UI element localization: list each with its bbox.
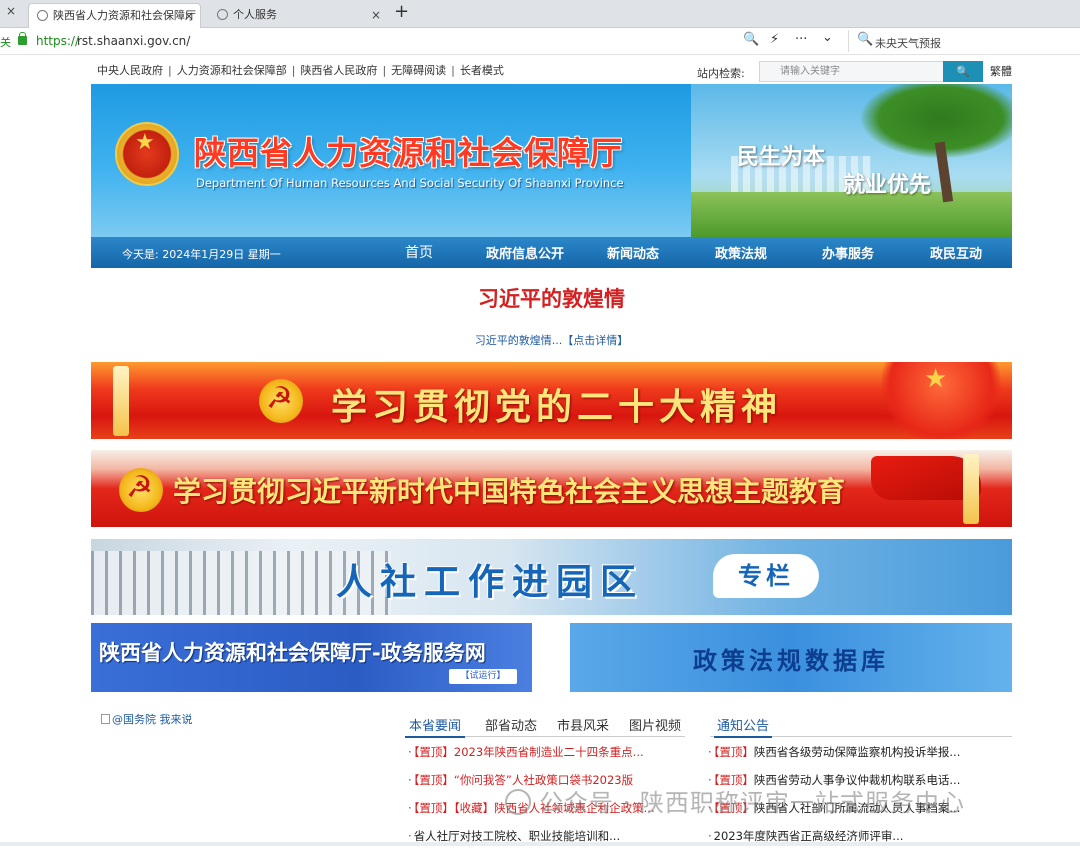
current-date: 今天是: 2024年1月29日 星期一 — [122, 248, 281, 261]
chevron-down-icon[interactable]: ⌄ — [822, 30, 833, 45]
banner-study-thought[interactable]: 学习贯彻习近平新时代中国特色社会主义思想主题教育 — [91, 450, 1012, 527]
globe-icon — [37, 10, 48, 21]
link-elder-mode[interactable]: 长者模式 — [460, 64, 504, 77]
url-field[interactable]: rst.shaanxi.gov.cn/ — [77, 34, 190, 48]
banner-service-net[interactable]: 陕西省人力资源和社会保障厅-政务服务网 【试运行】 — [91, 623, 532, 692]
tab-title: 个人服务 — [233, 8, 277, 21]
park-title: 人社工作进园区 — [336, 561, 645, 603]
trial-badge: 【试运行】 — [449, 669, 517, 684]
link-shaanxi-gov[interactable]: 陕西省人民政府 — [300, 64, 377, 77]
banner-study-spirit[interactable]: 学习贯彻党的二十大精神 — [91, 362, 1012, 439]
tab-city-news[interactable]: 市县风采 — [557, 715, 609, 734]
list-item[interactable]: · 【置顶】2023年陕西省制造业二十四条重点... — [408, 744, 655, 772]
nav-news[interactable]: 新闻动态 — [607, 243, 659, 262]
banner-study-spirit-text: 学习贯彻党的二十大精神 — [331, 386, 783, 428]
tab-ministry-news[interactable]: 部省动态 — [485, 715, 537, 734]
site-title: 陕西省人力资源和社会保障厅 — [194, 134, 624, 172]
watermark-text: 公众号 · 陕西职称评审一站式服务中心 — [539, 789, 965, 817]
bolt-icon[interactable]: ⚡ — [770, 32, 779, 47]
link-mohrss[interactable]: 人力资源和社会保障部 — [177, 64, 287, 77]
banner-study-thought-text: 学习贯彻习近平新时代中国特色社会主义思想主题教育 — [173, 475, 846, 508]
close-tab-icon[interactable]: × — [371, 3, 381, 27]
service-net-text: 陕西省人力资源和社会保障厅-政务服务网 — [99, 641, 486, 665]
tab-province-news[interactable]: 本省要闻 — [405, 715, 466, 738]
search-icon: 🔍 — [857, 32, 874, 47]
zoom-icon[interactable]: 🔍 — [743, 32, 759, 47]
star-sun-icon — [881, 362, 1001, 439]
separator: | — [168, 64, 172, 77]
nav-services[interactable]: 办事服务 — [822, 243, 874, 262]
news-tabs: 本省要闻 部省动态 市县风采 图片视频 — [405, 715, 685, 738]
browser-tab-bar: × 陕西省人力资源和社会保障厅 × 个人服务 × + — [0, 0, 1080, 28]
tab-media[interactable]: 图片视频 — [629, 715, 681, 734]
address-left-label: 关 — [0, 36, 11, 49]
site-search-input[interactable]: 请输入关键字 — [759, 61, 944, 82]
site-search-button[interactable]: 🔍 — [943, 61, 983, 82]
bottom-strip — [0, 842, 1080, 846]
browser-search-text: 未央天气预报 — [875, 37, 941, 50]
header-banner: 陕西省人力资源和社会保障厅 Department Of Human Resour… — [91, 84, 1012, 237]
close-icon[interactable]: × — [6, 4, 16, 18]
banner-policy-db[interactable]: 政策法规数据库 — [570, 623, 1012, 692]
new-tab-button[interactable]: + — [394, 1, 409, 22]
separator: | — [382, 64, 387, 77]
nav-gov-info[interactable]: 政府信息公开 — [486, 243, 564, 262]
policy-db-text: 政策法规数据库 — [693, 647, 889, 675]
separator: | — [451, 64, 455, 77]
watermark: 公众号 · 陕西职称评审一站式服务中心 — [505, 783, 965, 818]
url-scheme[interactable]: https:// — [36, 34, 79, 48]
nav-interaction[interactable]: 政民互动 — [930, 243, 982, 262]
tab-notices[interactable]: 通知公告 — [714, 715, 773, 738]
headline-title[interactable]: 习近平的敦煌情 — [91, 283, 1012, 313]
address-bar: 关 https:// rst.shaanxi.gov.cn/ 🔍 ⚡ ··· ⌄… — [0, 28, 1080, 55]
tab-title: 陕西省人力资源和社会保障厅 — [53, 9, 196, 22]
banner-park-column[interactable]: 人社工作进园区 专栏 — [91, 539, 1012, 615]
browser-search-box[interactable]: 🔍 未央天气预报 — [848, 30, 1080, 52]
park-column-tag: 专栏 — [713, 554, 819, 598]
nav-home[interactable]: 首页 — [405, 242, 433, 262]
notice-tabs: 通知公告 — [710, 715, 1012, 738]
gwy-alt-text: @国务院 我来说 — [112, 713, 193, 726]
headline-detail-link[interactable]: 习近平的敦煌情...【点击详情】 — [91, 332, 1012, 348]
party-emblem-icon — [119, 468, 163, 512]
close-tab-icon[interactable]: × — [184, 4, 194, 28]
lock-icon — [18, 32, 27, 45]
tab-active[interactable]: 陕西省人力资源和社会保障厅 × — [28, 3, 201, 28]
wechat-icon — [505, 789, 531, 815]
link-accessible[interactable]: 无障碍阅读 — [391, 64, 446, 77]
gwy-image-link[interactable]: @国务院 我来说 — [101, 711, 193, 727]
list-item[interactable]: · 【置顶】陕西省各级劳动保障监察机构投诉举报... — [708, 744, 960, 772]
nav-policy[interactable]: 政策法规 — [715, 243, 767, 262]
slogan-2: 就业优先 — [843, 172, 932, 198]
broken-image-icon — [101, 714, 110, 724]
tab-personal-service[interactable]: 个人服务 × — [209, 3, 387, 28]
separator: | — [291, 64, 296, 77]
site-search-label: 站内检索: — [697, 67, 745, 80]
link-central-gov[interactable]: 中央人民政府 — [97, 64, 163, 77]
traditional-chinese-link[interactable]: 繁體 — [990, 63, 1012, 79]
slogan-1: 民生为本 — [737, 144, 826, 170]
globe-icon — [217, 9, 228, 20]
national-emblem-icon — [115, 122, 179, 186]
party-emblem-icon — [259, 379, 303, 423]
main-nav: 今天是: 2024年1月29日 星期一 首页 政府信息公开 新闻动态 政策法规 … — [91, 237, 1012, 268]
more-icon[interactable]: ··· — [795, 32, 807, 47]
top-links: 中央人民政府 | 人力资源和社会保障部 | 陕西省人民政府 | 无障碍阅读 | 长者模式 — [97, 62, 504, 78]
site-subtitle: Department Of Human Resources And Social… — [196, 176, 624, 190]
